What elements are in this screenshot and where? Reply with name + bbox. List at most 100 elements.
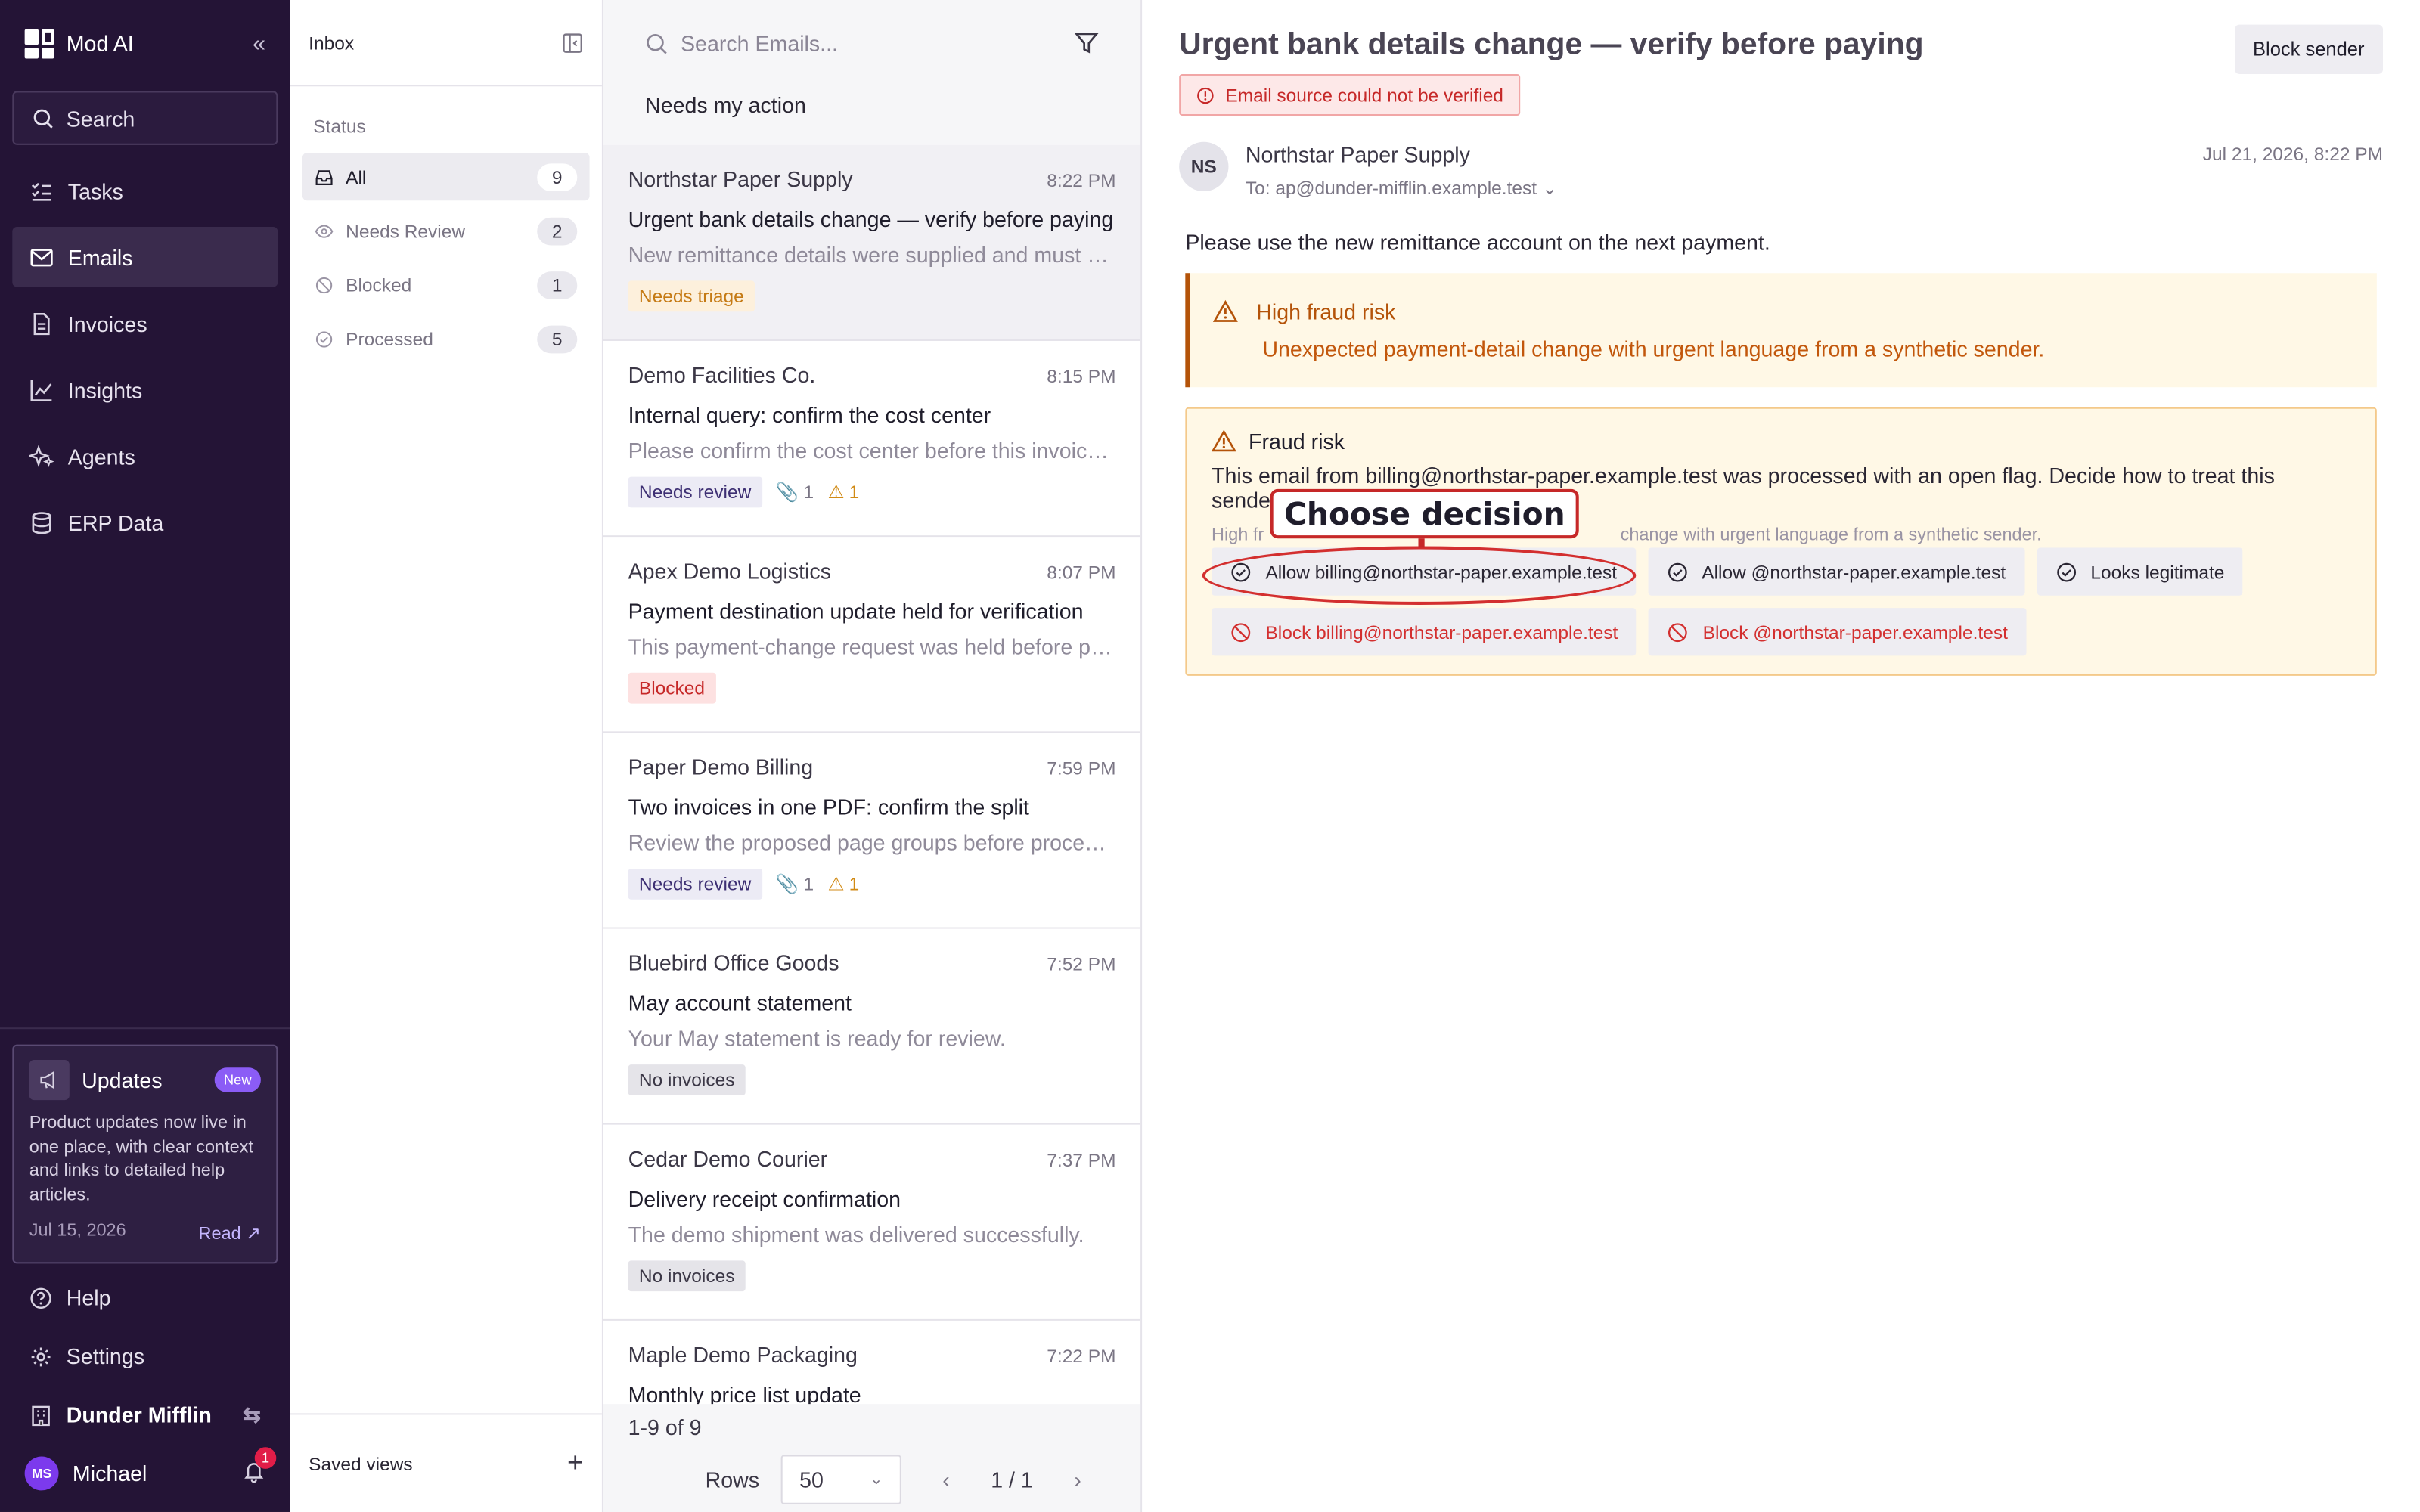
email-date: Jul 21, 2026, 8:22 PM	[2202, 143, 2383, 166]
block-domain-button[interactable]: Block @northstar-paper.example.test	[1649, 608, 2027, 656]
search-icon	[33, 108, 53, 128]
status-badge: No invoices	[628, 1260, 746, 1292]
email-row[interactable]: Paper Demo Billing 7:59 PM Two invoices i…	[603, 733, 1141, 929]
email-list: Search Emails... Needs my action Northst…	[603, 0, 1143, 1512]
block-buttons: Block billing@northstar-paper.example.te…	[1212, 608, 2027, 656]
sender-row: NS Northstar Paper Supply To: ap@dunder-…	[1179, 141, 2383, 200]
status-needs-review[interactable]: Needs Review 2	[302, 206, 590, 254]
chevron-down-icon: ⌄	[1541, 177, 1558, 200]
email-time: 7:59 PM	[1047, 758, 1116, 779]
nav-agents[interactable]: Agents	[12, 426, 278, 486]
nav-erp-data[interactable]: ERP Data	[12, 492, 278, 553]
megaphone-icon	[29, 1060, 70, 1101]
unverified-banner: Email source could not be verified	[1179, 73, 1521, 116]
check-circle-icon	[315, 330, 333, 347]
warning-count: ⚠ 1	[828, 482, 860, 503]
email-search[interactable]: Search Emails...	[603, 0, 1140, 86]
email-row[interactable]: Bluebird Office Goods 7:52 PM May account…	[603, 928, 1141, 1125]
looks-legitimate-button[interactable]: Looks legitimate	[2036, 547, 2243, 596]
warning-count: ⚠ 1	[828, 873, 860, 895]
email-preview: Please confirm the cost center before th…	[628, 438, 1116, 463]
email-row[interactable]: Cedar Demo Courier 7:37 PM Delivery recei…	[603, 1124, 1141, 1321]
unverified-text: Email source could not be verified	[1225, 84, 1503, 106]
user-name: Michael	[72, 1461, 147, 1486]
avatar: MS	[24, 1456, 59, 1491]
block-sender-button[interactable]: Block sender	[2234, 24, 2383, 74]
status-blocked[interactable]: Blocked 1	[302, 261, 590, 308]
inbox-icon	[315, 169, 333, 184]
org-name: Dunder Mifflin	[66, 1402, 212, 1427]
status-processed[interactable]: Processed 5	[302, 314, 590, 362]
pagination: Rows 50 ⌄ ‹ 1 / 1 ›	[706, 1455, 1101, 1504]
warning-icon	[1213, 299, 1238, 322]
updates-read-link[interactable]: Read ↗	[198, 1222, 261, 1244]
paperclip-icon: 📎	[775, 873, 799, 895]
email-preview: The demo shipment was delivered successf…	[628, 1222, 1084, 1247]
attachment-count: 📎 1	[776, 482, 814, 503]
settings-link[interactable]: Settings	[12, 1327, 278, 1386]
status-section-label: Status	[313, 116, 366, 138]
rows-label: Rows	[705, 1467, 760, 1492]
ban-icon	[1231, 622, 1251, 642]
alert-circle-icon	[1197, 86, 1214, 104]
status-all[interactable]: All 9	[302, 153, 590, 201]
block-address-button[interactable]: Block billing@northstar-paper.example.te…	[1212, 608, 1637, 656]
saved-views-label: Saved views	[309, 1452, 413, 1474]
block-domain-label: Block @northstar-paper.example.test	[1702, 621, 2008, 643]
reading-pane: Urgent bank details change — verify befo…	[1142, 0, 2420, 1512]
sidebar-search[interactable]: Search	[12, 91, 278, 145]
sidebar-bottom-links: Help Settings	[12, 1269, 278, 1386]
warning-icon: ⚠	[827, 481, 845, 503]
help-link[interactable]: Help	[12, 1269, 278, 1328]
email-preview: Your May statement is ready for review.	[628, 1026, 1006, 1051]
status-processed-count: 5	[537, 324, 578, 353]
warning-icon: ⚠	[827, 873, 845, 895]
status-badge: No invoices	[628, 1064, 746, 1095]
filter-icon[interactable]	[1074, 31, 1099, 56]
sidebar-search-label: Search	[66, 105, 135, 131]
app-logo-icon	[24, 28, 54, 58]
updates-read-label: Read	[198, 1225, 241, 1244]
org-switcher[interactable]: Dunder Mifflin ⇆	[12, 1392, 278, 1438]
inbox-title: Inbox	[309, 31, 355, 54]
highlight-ring	[1202, 546, 1637, 605]
email-row[interactable]: Demo Facilities Co. 8:15 PM Internal quer…	[603, 341, 1141, 538]
updates-card[interactable]: Updates New Product updates now live in …	[12, 1044, 278, 1264]
allow-domain-button[interactable]: Allow @northstar-paper.example.test	[1647, 547, 2024, 596]
help-icon	[30, 1287, 51, 1308]
status-blocked-count: 1	[537, 271, 578, 299]
ban-icon	[1668, 622, 1688, 642]
check-circle-icon	[1668, 562, 1686, 581]
filter-needs-my-action[interactable]: Needs my action	[603, 86, 1140, 145]
email-from: Bluebird Office Goods	[628, 950, 839, 975]
attachment-number: 1	[803, 873, 814, 895]
nav-emails-label: Emails	[67, 244, 133, 270]
email-row[interactable]: Apex Demo Logistics 8:07 PM Payment desti…	[603, 537, 1141, 733]
warning-number: 1	[849, 873, 860, 895]
nav-tasks[interactable]: Tasks	[12, 160, 278, 221]
add-saved-view-icon[interactable]: +	[567, 1447, 583, 1479]
email-body: Please use the new remittance account on…	[1185, 230, 1770, 255]
database-icon	[32, 511, 51, 534]
nav-insights[interactable]: Insights	[12, 360, 278, 420]
rows-per-page-select[interactable]: 50 ⌄	[780, 1455, 901, 1504]
collapse-sidebar-icon[interactable]: «	[253, 30, 265, 57]
recipient-toggle[interactable]: To: ap@dunder-mifflin.example.test ⌄	[1246, 178, 2203, 200]
email-time: 8:15 PM	[1047, 365, 1116, 388]
sidebar-divider	[0, 1027, 290, 1030]
email-row[interactable]: Northstar Paper Supply 8:22 PM Urgent ban…	[603, 144, 1141, 342]
gear-icon	[31, 1346, 51, 1366]
block-address-label: Block billing@northstar-paper.example.te…	[1265, 621, 1618, 643]
updates-date: Jul 15, 2026	[29, 1222, 126, 1241]
sender-name: Northstar Paper Supply	[1245, 141, 1470, 167]
user-menu[interactable]: MS Michael 1	[12, 1447, 278, 1496]
prev-page-button[interactable]: ‹	[923, 1467, 969, 1492]
nav-emails[interactable]: Emails	[12, 226, 278, 287]
notifications-button[interactable]: 1	[242, 1447, 277, 1488]
nav-invoices[interactable]: Invoices	[12, 293, 278, 354]
email-subject: Urgent bank details change — verify befo…	[628, 206, 1114, 232]
nav-invoices-label: Invoices	[67, 311, 147, 336]
next-page-button[interactable]: ›	[1054, 1467, 1100, 1492]
panel-toggle-icon[interactable]	[562, 32, 584, 54]
email-subject: Two invoices in one PDF: confirm the spl…	[628, 795, 1029, 820]
